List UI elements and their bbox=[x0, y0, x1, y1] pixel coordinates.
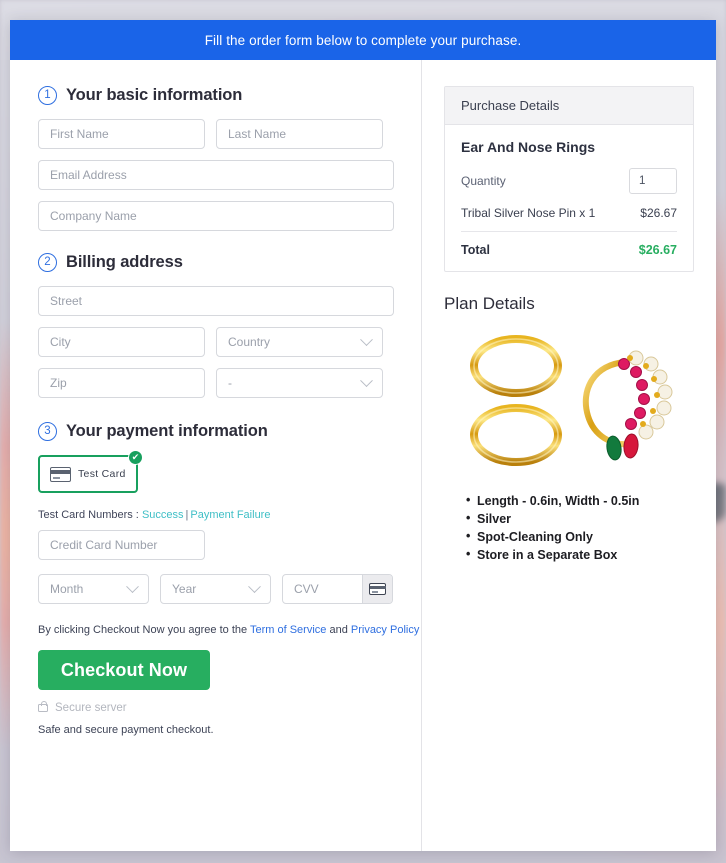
product-name: Ear And Nose Rings bbox=[461, 139, 596, 155]
street-input[interactable]: Street bbox=[38, 286, 394, 316]
total-row: Total $26.67 bbox=[461, 231, 677, 257]
step-2-number: 2 bbox=[38, 253, 57, 272]
secure-server-row: Secure server bbox=[38, 700, 421, 714]
total-label: Total bbox=[461, 243, 490, 257]
list-item: Silver bbox=[466, 511, 694, 526]
test-card-option[interactable]: Test Card ✔ bbox=[38, 450, 143, 493]
chevron-down-icon bbox=[360, 373, 373, 387]
terms-of-service-link[interactable]: Term of Service bbox=[250, 624, 326, 636]
step-3-title: Your payment information bbox=[66, 422, 268, 440]
checkout-columns: 1 Your basic information First Name Last… bbox=[10, 60, 716, 851]
purchase-details-title: Purchase Details bbox=[445, 87, 693, 125]
last-name-input[interactable]: Last Name bbox=[216, 119, 383, 149]
company-row: Company Name bbox=[38, 201, 421, 231]
line-item-price: $26.67 bbox=[640, 206, 677, 220]
cvv-input[interactable]: CVV bbox=[283, 575, 362, 603]
plan-feature-list: Length - 0.6in, Width - 0.5in Silver Spo… bbox=[444, 493, 694, 562]
expiry-cvv-row: Month Year CVV bbox=[38, 574, 421, 604]
total-amount: $26.67 bbox=[638, 243, 677, 257]
step-3-number: 3 bbox=[38, 422, 57, 441]
city-input[interactable]: City bbox=[38, 327, 205, 357]
page-banner: Fill the order form below to complete yo… bbox=[10, 20, 716, 60]
quantity-input[interactable]: 1 bbox=[629, 168, 677, 194]
credit-card-icon bbox=[369, 583, 386, 595]
test-card-label: Test Card bbox=[78, 468, 126, 480]
email-input[interactable]: Email Address bbox=[38, 160, 394, 190]
step-1-number: 1 bbox=[38, 86, 57, 105]
zip-state-row: Zip - bbox=[38, 368, 421, 398]
terms-notice: By clicking Checkout Now you agree to th… bbox=[38, 624, 421, 636]
credit-card-icon bbox=[50, 466, 71, 482]
summary-column: Purchase Details Ear And Nose Rings Quan… bbox=[422, 60, 716, 851]
test-numbers-label: Test Card Numbers : bbox=[38, 509, 139, 521]
terms-prefix: By clicking Checkout Now you agree to th… bbox=[38, 624, 248, 636]
list-item: Spot-Cleaning Only bbox=[466, 529, 694, 544]
month-select[interactable]: Month bbox=[38, 574, 149, 604]
cvv-hint-button[interactable] bbox=[362, 575, 392, 603]
plan-details-title: Plan Details bbox=[444, 294, 535, 313]
link-separator: | bbox=[185, 509, 189, 521]
year-select[interactable]: Year bbox=[160, 574, 271, 604]
check-circle-icon: ✔ bbox=[128, 450, 143, 465]
chevron-down-icon bbox=[126, 579, 139, 593]
email-row: Email Address bbox=[38, 160, 421, 190]
country-select-value: Country bbox=[228, 335, 271, 349]
quantity-row: Quantity 1 bbox=[461, 168, 677, 194]
month-select-value: Month bbox=[50, 582, 84, 596]
banner-text: Fill the order form below to complete yo… bbox=[204, 32, 522, 48]
failure-card-link[interactable]: Payment Failure bbox=[190, 509, 270, 521]
step-2-heading: 2 Billing address bbox=[38, 253, 421, 272]
purchase-details-panel: Purchase Details Ear And Nose Rings Quan… bbox=[444, 86, 694, 272]
step-3-heading: 3 Your payment information bbox=[38, 422, 421, 441]
line-item-label: Tribal Silver Nose Pin x 1 bbox=[461, 206, 596, 220]
year-select-value: Year bbox=[172, 582, 197, 596]
checkout-card: Fill the order form below to complete yo… bbox=[10, 20, 716, 851]
step-1-heading: 1 Your basic information bbox=[38, 86, 421, 105]
card-number-row: Credit Card Number bbox=[38, 530, 421, 560]
list-item: Store in a Separate Box bbox=[466, 547, 694, 562]
street-row: Street bbox=[38, 286, 421, 316]
city-country-row: City Country bbox=[38, 327, 421, 357]
cvv-field[interactable]: CVV bbox=[282, 574, 393, 604]
line-item-row: Tribal Silver Nose Pin x 1 $26.67 bbox=[461, 206, 677, 220]
company-input[interactable]: Company Name bbox=[38, 201, 394, 231]
step-1-title: Your basic information bbox=[66, 86, 243, 104]
step-2-title: Billing address bbox=[66, 253, 183, 271]
safe-checkout-note: Safe and secure payment checkout. bbox=[38, 724, 214, 736]
terms-middle: and bbox=[329, 624, 348, 636]
country-select[interactable]: Country bbox=[216, 327, 383, 357]
chevron-down-icon bbox=[360, 332, 373, 346]
success-card-link[interactable]: Success bbox=[142, 509, 184, 521]
state-select-value: - bbox=[228, 376, 232, 390]
name-row: First Name Last Name bbox=[38, 119, 421, 149]
lock-icon bbox=[38, 700, 48, 712]
form-column: 1 Your basic information First Name Last… bbox=[10, 60, 422, 851]
credit-card-number-input[interactable]: Credit Card Number bbox=[38, 530, 205, 560]
purchase-details-body: Ear And Nose Rings Quantity 1 Tribal Sil… bbox=[445, 125, 693, 271]
chevron-down-icon bbox=[248, 579, 261, 593]
test-card-numbers-row: Test Card Numbers : Success | Payment Fail… bbox=[38, 509, 421, 521]
checkout-now-button[interactable]: Checkout Now bbox=[38, 650, 210, 690]
product-image bbox=[444, 328, 694, 478]
zip-input[interactable]: Zip bbox=[38, 368, 205, 398]
list-item: Length - 0.6in, Width - 0.5in bbox=[466, 493, 694, 508]
first-name-input[interactable]: First Name bbox=[38, 119, 205, 149]
privacy-policy-link[interactable]: Privacy Policy bbox=[351, 624, 419, 636]
quantity-label: Quantity bbox=[461, 174, 506, 188]
secure-server-label: Secure server bbox=[55, 702, 127, 714]
state-select[interactable]: - bbox=[216, 368, 383, 398]
